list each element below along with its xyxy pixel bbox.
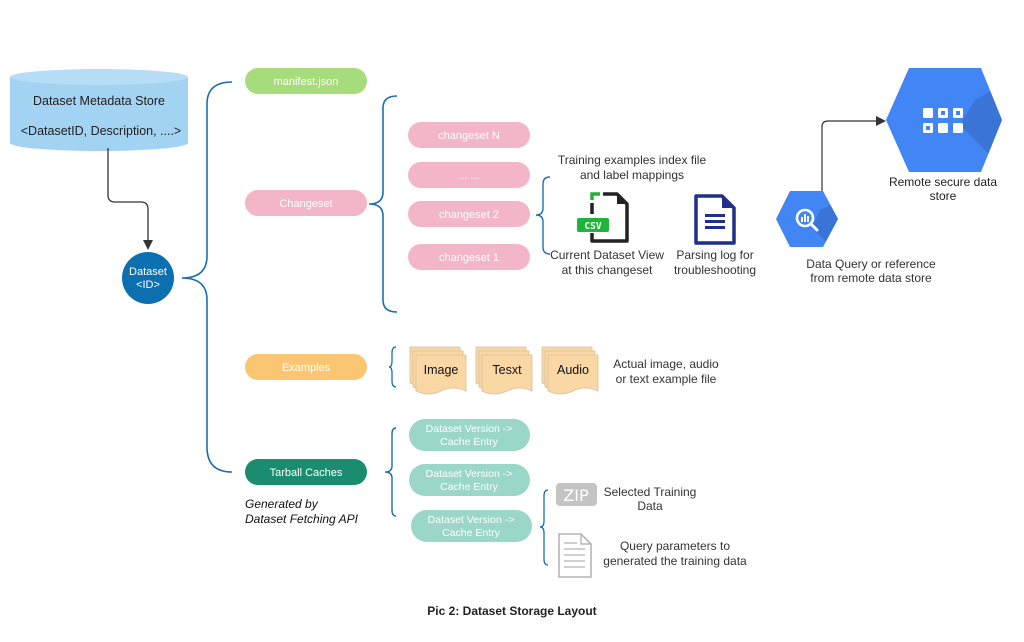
- log-file-icon[interactable]: [694, 194, 736, 245]
- cache-entry[interactable]: Dataset Version -> Cache Entry: [409, 464, 530, 496]
- tarball-bracket: [384, 427, 397, 517]
- example-file-stack[interactable]: Image: [409, 346, 467, 395]
- csv-caption-line1: Current Dataset View: [550, 248, 664, 262]
- cylinder-top: [10, 69, 188, 85]
- zip-icon-label: ZIP: [563, 486, 589, 505]
- changeset-pill[interactable]: Changeset: [245, 190, 367, 216]
- changeset-item[interactable]: changeset 2: [408, 201, 530, 227]
- cache-entry-line1: Dataset Version ->: [426, 468, 513, 480]
- store-caption-line2: store: [930, 189, 957, 203]
- example-file-stack[interactable]: Tesxt: [475, 346, 533, 395]
- csv-icon-label: CSV: [584, 221, 601, 232]
- tarball-note-line2: Dataset Fetching API: [245, 512, 359, 526]
- log-caption-line1: Parsing log for: [676, 248, 753, 262]
- dataset-node-line1: Dataset: [129, 266, 167, 278]
- zip-caption-line2: Data: [637, 499, 663, 513]
- changeset-item-label: changeset 2: [439, 209, 499, 221]
- cache-entry-list: Dataset Version -> Cache Entry Dataset V…: [409, 419, 532, 542]
- cylinder-body: [10, 77, 188, 151]
- metadata-store-cylinder: Dataset Metadata Store <DatasetID, Descr…: [10, 69, 188, 151]
- query-caption-line2: from remote data store: [810, 271, 932, 285]
- changeset-item[interactable]: ... ...: [408, 162, 530, 188]
- store-to-dataset-arrow: [107, 148, 153, 250]
- cache-entry[interactable]: Dataset Version -> Cache Entry: [409, 419, 530, 451]
- changeset-item-label: changeset N: [438, 130, 500, 142]
- metadata-store-title: Dataset Metadata Store: [33, 94, 165, 108]
- dataset-main-bracket: [181, 81, 233, 473]
- examples-label: Examples: [282, 362, 331, 374]
- params-document-icon[interactable]: [558, 533, 592, 578]
- changeset-item[interactable]: changeset 1: [408, 244, 530, 270]
- dataset-node-line2: <ID>: [136, 279, 160, 291]
- changeset-detail-bracket: [535, 176, 551, 255]
- changeset-item-label: ... ...: [458, 170, 479, 182]
- tarball-label: Tarball Caches: [270, 467, 343, 479]
- example-files: Image Tesxt Audio: [409, 346, 599, 395]
- log-caption-line2: troubleshooting: [674, 263, 756, 277]
- dataset-node[interactable]: Dataset <ID>: [122, 252, 174, 304]
- params-caption-line1: Query parameters to: [620, 539, 730, 553]
- cache-entry-line2: Cache Entry: [442, 527, 501, 539]
- query-caption-line1: Data Query or reference: [806, 257, 936, 271]
- cache-entry-line1: Dataset Version ->: [426, 423, 513, 435]
- cache-entry-line2: Cache Entry: [440, 436, 499, 448]
- metadata-store-fields: <DatasetID, Description, ....>: [21, 124, 182, 138]
- manifest-label: manifest.json: [274, 76, 339, 88]
- index-note-line2: and label mappings: [580, 168, 684, 182]
- csv-file-icon[interactable]: CSV: [577, 192, 629, 243]
- examples-caption-line1: Actual image, audio: [613, 357, 719, 371]
- index-note-line1: Training examples index file: [558, 153, 707, 167]
- cache-entry-line1: Dataset Version ->: [428, 514, 515, 526]
- bigquery-icon[interactable]: [776, 191, 840, 256]
- manifest-pill[interactable]: manifest.json: [245, 68, 367, 94]
- tarball-note-line1: Generated by: [245, 497, 319, 511]
- changeset-item[interactable]: changeset N: [408, 122, 530, 148]
- example-file-label: Image: [424, 363, 459, 377]
- cache-detail-bracket: [539, 489, 549, 566]
- params-caption-line2: generated the training data: [603, 554, 747, 568]
- zip-icon[interactable]: ZIP: [556, 483, 597, 506]
- changeset-list: changeset N ... ... changeset 2 changese…: [408, 122, 530, 270]
- examples-pill[interactable]: Examples: [245, 354, 367, 380]
- examples-caption-line2: or text example file: [616, 372, 717, 386]
- cache-entry[interactable]: Dataset Version -> Cache Entry: [411, 510, 532, 542]
- changeset-label: Changeset: [279, 198, 332, 210]
- zip-caption-line1: Selected Training: [604, 485, 697, 499]
- figure-caption: Pic 2: Dataset Storage Layout: [427, 604, 596, 618]
- csv-caption-line2: at this changeset: [562, 263, 653, 277]
- remote-store-icon[interactable]: [886, 68, 1010, 175]
- store-caption-line1: Remote secure data: [889, 175, 997, 189]
- cache-entry-line2: Cache Entry: [440, 481, 499, 493]
- tarball-caches-pill[interactable]: Tarball Caches: [245, 459, 367, 485]
- examples-bracket: [388, 346, 397, 388]
- changeset-item-label: changeset 1: [439, 252, 499, 264]
- example-file-label: Audio: [557, 363, 589, 377]
- example-file-stack[interactable]: Audio: [541, 346, 599, 395]
- changeset-bracket: [368, 95, 398, 313]
- dataset-storage-diagram: Dataset Metadata Store <DatasetID, Descr…: [10, 68, 1010, 618]
- query-to-store-arrow: [821, 116, 886, 205]
- example-file-label: Tesxt: [492, 363, 522, 377]
